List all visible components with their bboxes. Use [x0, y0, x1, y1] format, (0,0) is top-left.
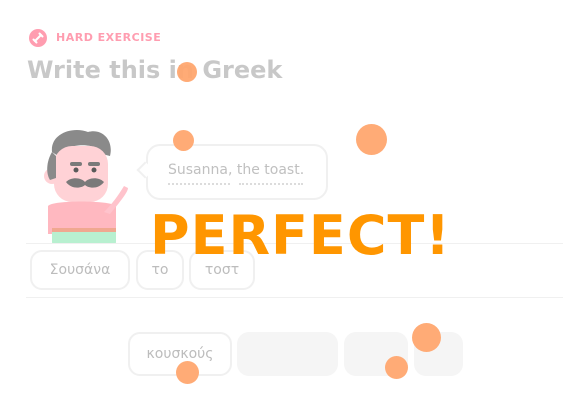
perfect-feedback: PERFECT! [150, 204, 451, 267]
confetti-dot [412, 323, 441, 352]
confetti-dot [356, 124, 387, 155]
prompt-sentence: Susanna, the toast. [168, 162, 305, 178]
confetti-dot [173, 130, 194, 151]
answer-word-chip[interactable]: Σουσάνα [30, 250, 130, 290]
answer-line [26, 297, 563, 298]
word-hint-underline[interactable] [239, 183, 303, 185]
confetti-dot [176, 361, 199, 384]
confetti-dot [177, 62, 197, 82]
dumbbell-icon [29, 29, 47, 47]
word-hint-underline[interactable] [168, 183, 230, 185]
confetti-dot [385, 356, 408, 379]
page-title: Write this in Greek [27, 56, 283, 84]
word-bank-empty-slot [237, 332, 338, 376]
hard-exercise-label: HARD EXERCISE [56, 31, 162, 44]
character-illustration [32, 122, 132, 246]
